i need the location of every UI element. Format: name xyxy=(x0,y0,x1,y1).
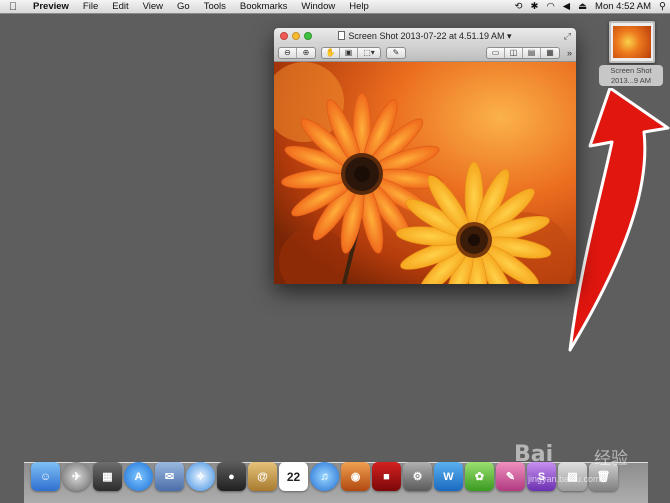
zoom-in-icon[interactable]: ⊕ xyxy=(297,48,315,58)
system-preferences-icon[interactable]: ⚙ xyxy=(403,462,432,491)
menu-tools[interactable]: Tools xyxy=(197,0,233,14)
itunes-icon[interactable]: ♫ xyxy=(310,462,339,491)
view-thumbnails-icon[interactable]: ▤ xyxy=(523,47,541,58)
paint-app-icon[interactable]: ✎ xyxy=(496,462,525,491)
menu-preview[interactable]: Preview xyxy=(26,0,76,14)
view-single-icon[interactable]: ▭ xyxy=(487,47,505,58)
trash-icon[interactable]: 🗑 xyxy=(589,462,618,491)
selection-tool-icon[interactable]: ⬚▾ xyxy=(358,48,380,58)
menubar-clock[interactable]: Mon 4:52 AM xyxy=(591,0,655,14)
spotlight-search-icon[interactable]: ⚲ xyxy=(655,0,670,14)
toolbar-overflow-icon[interactable]: » xyxy=(567,48,572,58)
menu-view[interactable]: View xyxy=(136,0,170,14)
preview-window: Screen Shot 2013-07-22 at 4.51.19 AM ▾ ⤢… xyxy=(274,28,576,284)
zoom-controls: ⊖ ⊕ xyxy=(278,46,316,59)
menu-help[interactable]: Help xyxy=(342,0,376,14)
word-icon[interactable]: W xyxy=(434,462,463,491)
desktop-file-label-line2: 2013...9 AM xyxy=(610,76,652,85)
volume-icon[interactable]: ◀ xyxy=(559,0,574,14)
eject-icon[interactable]: ⏏ xyxy=(574,0,591,14)
view-controls: ▭ ◫ ▤ ▦ xyxy=(485,46,560,59)
menu-file[interactable]: File xyxy=(76,0,105,14)
bluetooth-icon[interactable]: ✱ xyxy=(526,0,542,14)
safari-icon[interactable]: ✧ xyxy=(186,462,215,491)
tool-controls: ✋ ▣ ⬚▾ xyxy=(321,46,381,59)
contacts-icon[interactable]: @ xyxy=(248,462,277,491)
mission-control-icon[interactable]: ▦ xyxy=(93,462,122,491)
text-tool-icon[interactable]: ▣ xyxy=(340,47,358,58)
finder-icon[interactable]: ☺ xyxy=(31,462,60,491)
hand-tool-icon[interactable]: ✋ xyxy=(322,47,340,58)
mail-icon[interactable]: ✉ xyxy=(155,462,184,491)
desktop-file-label-line1: Screen Shot xyxy=(610,66,652,75)
title-menu-arrow[interactable]: ▾ xyxy=(507,31,512,41)
thumbnail-image xyxy=(613,26,651,58)
time-machine-icon[interactable]: ⟲ xyxy=(511,0,527,14)
fullscreen-icon[interactable]: ⤢ xyxy=(564,31,571,42)
window-toolbar: ⊖ ⊕ ✋ ▣ ⬚▾ ✎ ▭ ◫ ▤ ▦ » xyxy=(274,44,576,62)
menu-go[interactable]: Go xyxy=(170,0,197,14)
desktop-file-thumbnail[interactable] xyxy=(609,21,655,63)
flower-photo xyxy=(274,62,576,284)
menu-bookmarks[interactable]: Bookmarks xyxy=(233,0,295,14)
annotate-controls: ✎ xyxy=(386,46,406,59)
skype-icon[interactable]: S xyxy=(527,462,556,491)
photo-app-icon[interactable]: ■ xyxy=(372,462,401,491)
menu-edit[interactable]: Edit xyxy=(105,0,135,14)
facetime-icon[interactable]: ● xyxy=(217,462,246,491)
desktop-file-label[interactable]: Screen Shot 2013...9 AM xyxy=(599,65,663,86)
grapher-app-icon[interactable]: ✿ xyxy=(465,462,494,491)
document-icon xyxy=(338,31,346,40)
wifi-icon[interactable]: ◠ xyxy=(542,0,558,14)
window-titlebar[interactable]: Screen Shot 2013-07-22 at 4.51.19 AM ▾ ⤢ xyxy=(274,28,576,44)
zoom-out-icon[interactable]: ⊖ xyxy=(279,47,297,58)
photo-booth-icon[interactable]: ◉ xyxy=(341,462,370,491)
view-contact-sheet-icon[interactable]: ▦ xyxy=(541,48,559,58)
apple-menu-icon[interactable]:  xyxy=(0,1,26,13)
window-title: Screen Shot 2013-07-22 at 4.51.19 AM xyxy=(348,31,505,41)
document-image xyxy=(274,62,576,284)
view-sidebar-icon[interactable]: ◫ xyxy=(505,47,523,58)
calendar-icon[interactable]: 22 xyxy=(279,462,308,491)
preview-icon[interactable]: ▨ xyxy=(558,462,587,491)
dock-icons: ☺ ✈ ▦ A ✉ ✧ ● @ 22 ♫ ◉ ■ ⚙ W ✿ ✎ S ▨ 🗑 xyxy=(31,462,618,491)
menu-bar:  Preview File Edit View Go Tools Bookma… xyxy=(0,0,670,14)
launchpad-icon[interactable]: ✈ xyxy=(62,462,91,491)
menu-window[interactable]: Window xyxy=(294,0,342,14)
app-store-icon[interactable]: A xyxy=(124,462,153,491)
pencil-icon[interactable]: ✎ xyxy=(387,48,405,58)
